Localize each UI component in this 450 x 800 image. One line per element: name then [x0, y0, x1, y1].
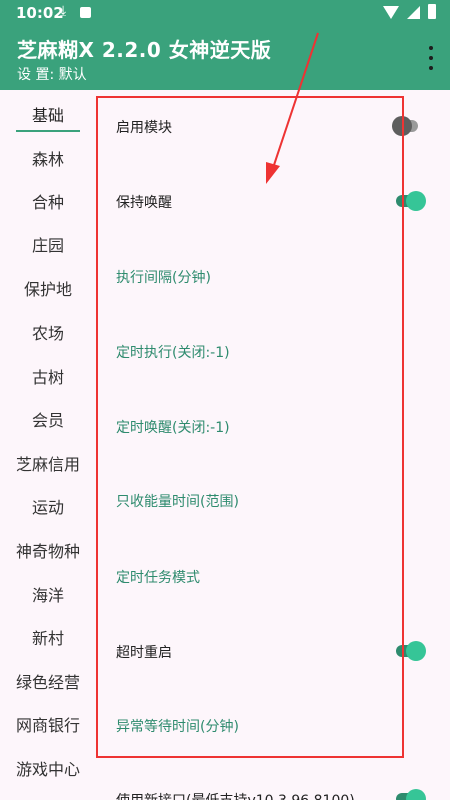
toggle-new-api[interactable] — [396, 789, 426, 800]
sidebar-item-ancient-tree[interactable]: 古树 — [0, 364, 96, 388]
app-subtitle: 设 置: 默认 — [17, 67, 87, 83]
setting-enable-module[interactable]: 启用模块 — [116, 117, 172, 137]
more-options-icon[interactable] — [428, 46, 434, 70]
status-time: 10:02 — [16, 4, 64, 22]
setting-task-mode[interactable]: 定时任务模式 — [116, 567, 200, 587]
sidebar-item-cooperate[interactable]: 合种 — [0, 189, 96, 213]
sidebar-item-green[interactable]: 绿色经营 — [0, 669, 96, 693]
wifi-icon — [383, 6, 399, 19]
sidebar-item-sport[interactable]: 运动 — [0, 494, 96, 518]
setting-timed-wake[interactable]: 定时唤醒(关闭:-1) — [116, 417, 230, 437]
category-sidebar: 基础 森林 合种 庄园 保护地 农场 古树 会员 芝麻信用 运动 神奇物种 海洋… — [0, 90, 96, 800]
sidebar-item-manor[interactable]: 庄园 — [0, 232, 96, 256]
toggle-enable-module[interactable] — [392, 116, 418, 136]
sidebar-item-forest[interactable]: 森林 — [0, 146, 96, 170]
sidebar-item-ocean[interactable]: 海洋 — [0, 582, 96, 606]
status-bar: 10:02 ⤓ — [0, 0, 450, 26]
toggle-timeout-restart[interactable] — [396, 641, 426, 661]
sidebar-item-bank[interactable]: 网商银行 — [0, 712, 96, 736]
battery-icon — [428, 4, 436, 19]
toggle-keep-awake[interactable] — [396, 191, 426, 211]
settings-list: 启用模块 保持唤醒 执行间隔(分钟) 定时执行(关闭:-1) 定时唤醒(关闭:-… — [96, 90, 450, 800]
signal-icon — [407, 6, 420, 19]
sidebar-item-species[interactable]: 神奇物种 — [0, 538, 96, 562]
sidebar-item-game[interactable]: 游戏中心 — [0, 756, 96, 780]
app-title: 芝麻糊X 2.2.0 女神逆天版 — [17, 38, 272, 62]
sidebar-item-village[interactable]: 新村 — [0, 625, 96, 649]
setting-exec-interval[interactable]: 执行间隔(分钟) — [116, 267, 211, 287]
setting-timeout-restart[interactable]: 超时重启 — [116, 642, 172, 662]
sidebar-item-member[interactable]: 会员 — [0, 407, 96, 431]
notification-app-icon — [80, 7, 91, 18]
sidebar-item-credit[interactable]: 芝麻信用 — [0, 451, 96, 475]
status-icons — [383, 4, 436, 19]
setting-new-api[interactable]: 使用新接口(最低支持v10.3.96.8100) — [116, 790, 355, 800]
setting-error-wait[interactable]: 异常等待时间(分钟) — [116, 716, 239, 736]
setting-keep-awake[interactable]: 保持唤醒 — [116, 192, 172, 212]
app-bar: 芝麻糊X 2.2.0 女神逆天版 设 置: 默认 — [0, 26, 450, 90]
sidebar-item-basic[interactable]: 基础 — [0, 102, 96, 126]
sidebar-item-farm[interactable]: 农场 — [0, 320, 96, 344]
sidebar-item-reserve[interactable]: 保护地 — [0, 276, 96, 300]
active-tab-indicator — [16, 130, 80, 132]
setting-timed-exec[interactable]: 定时执行(关闭:-1) — [116, 342, 230, 362]
setting-energy-time-range[interactable]: 只收能量时间(范围) — [116, 491, 239, 511]
download-icon: ⤓ — [60, 3, 67, 19]
